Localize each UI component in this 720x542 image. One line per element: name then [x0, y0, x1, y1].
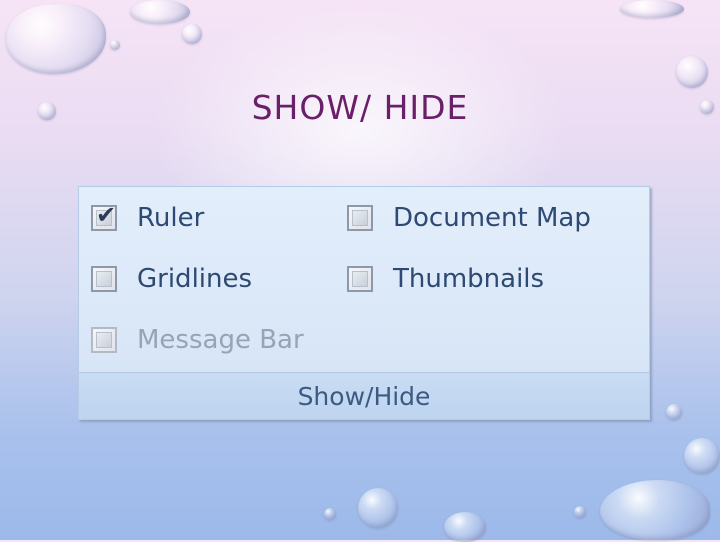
checkmark-icon: ✔ [96, 201, 117, 229]
ruler-checkbox[interactable]: ✔ [91, 201, 117, 231]
message-bar-checkbox[interactable] [91, 327, 117, 353]
document-map-label: Document Map [393, 203, 591, 233]
water-drop-decoration [666, 404, 682, 420]
water-drop-decoration [676, 56, 708, 88]
message-bar-option[interactable]: Message Bar [91, 325, 304, 355]
slide-title: SHOW/ HIDE [251, 88, 469, 127]
group-label-bar: Show/Hide [79, 372, 649, 419]
water-drop-decoration [6, 4, 106, 74]
water-drop-decoration [600, 480, 710, 540]
thumbnails-checkbox[interactable] [347, 266, 373, 292]
thumbnails-option[interactable]: Thumbnails [347, 264, 544, 294]
gridlines-checkbox[interactable] [91, 266, 117, 292]
water-drop-decoration [620, 0, 684, 18]
ruler-option[interactable]: ✔ Ruler [91, 203, 204, 233]
document-map-checkbox[interactable] [347, 205, 373, 231]
water-drop-decoration [358, 488, 398, 528]
water-drop-decoration [684, 438, 720, 474]
show-hide-ribbon-group: ✔ Ruler Document Map Gridlines Thumbnail… [78, 186, 650, 420]
water-drop-decoration [110, 40, 120, 50]
water-drop-decoration [324, 508, 336, 520]
group-label: Show/Hide [297, 381, 431, 411]
document-map-option[interactable]: Document Map [347, 203, 591, 233]
message-bar-label: Message Bar [137, 325, 304, 355]
water-drop-decoration [182, 24, 202, 44]
ruler-label: Ruler [137, 203, 205, 233]
water-drop-decoration [574, 506, 586, 518]
gridlines-option[interactable]: Gridlines [91, 264, 252, 294]
water-drop-decoration [130, 0, 190, 24]
gridlines-label: Gridlines [137, 264, 253, 294]
thumbnails-label: Thumbnails [393, 264, 545, 294]
water-drop-decoration [444, 512, 486, 542]
